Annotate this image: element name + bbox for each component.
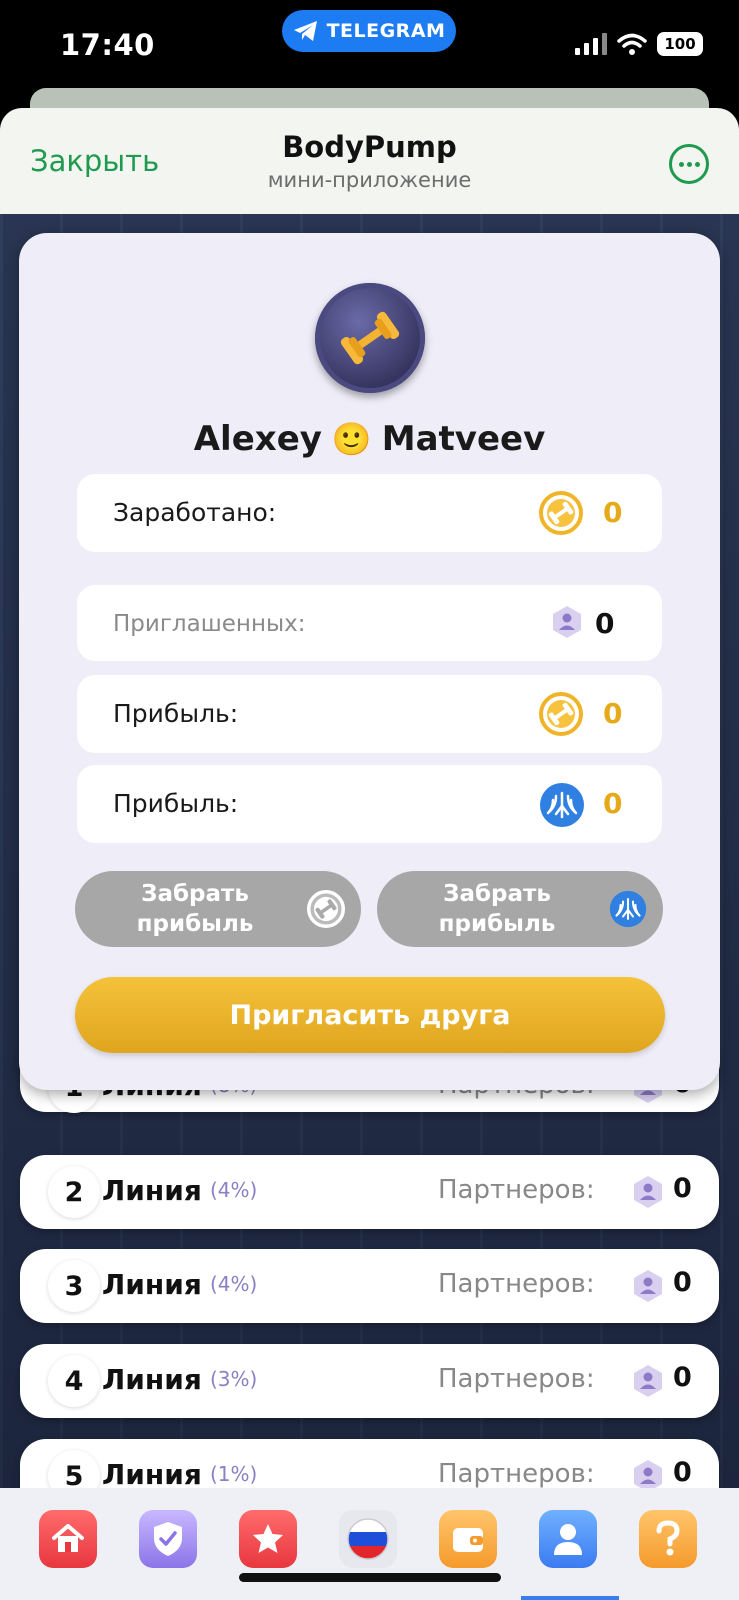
profit-coin-row: Прибыль: 0	[77, 675, 662, 753]
wifi-icon	[617, 33, 647, 55]
nav-home[interactable]	[39, 1510, 97, 1568]
line-card-3[interactable]: 3 Линия (4%) Партнеров: 0	[20, 1249, 719, 1323]
profit-coin-label: Прибыль:	[113, 699, 239, 728]
line-name: Линия	[102, 1458, 202, 1491]
profile-icon	[554, 1524, 582, 1555]
telegram-icon	[293, 21, 317, 41]
ton-icon	[609, 890, 647, 936]
nav-language[interactable]	[339, 1510, 397, 1568]
user-last-name: Matveev	[381, 419, 546, 459]
line-name: Линия	[102, 1174, 202, 1207]
partners-label: Партнеров:	[438, 1269, 595, 1299]
profile-card: Alexey 🙂 Matveev Заработано: 0 Приглашен…	[19, 233, 720, 1090]
bottom-nav	[0, 1488, 739, 1600]
avatar	[315, 283, 425, 393]
profit-ton-value: 0	[603, 787, 623, 820]
app-title: BodyPump	[282, 130, 457, 164]
user-emoji: 🙂	[331, 420, 372, 458]
line-number: 2	[48, 1166, 100, 1218]
partners-label: Партнеров:	[438, 1459, 595, 1489]
earned-row: Заработано: 0	[77, 474, 662, 552]
line-percent: (4%)	[210, 1272, 258, 1296]
status-bar: 17:40 TELEGRAM 100	[0, 0, 739, 100]
nav-profile[interactable]	[539, 1510, 597, 1568]
profit-ton-row: Прибыль: 0	[77, 765, 662, 843]
nav-favorites[interactable]	[239, 1510, 297, 1568]
line-percent: (4%)	[210, 1178, 258, 1202]
profit-coin-value: 0	[603, 697, 623, 730]
nav-active-indicator	[521, 1596, 619, 1600]
user-first-name: Alexey	[193, 419, 322, 459]
invited-label: Приглашенных:	[113, 611, 306, 637]
nav-wallet[interactable]	[439, 1510, 497, 1568]
status-time: 17:40	[60, 28, 155, 62]
battery-icon: 100	[657, 32, 703, 56]
more-dot-icon	[678, 161, 684, 167]
line-name: Линия	[102, 1363, 202, 1396]
partners-label: Партнеров:	[438, 1364, 595, 1394]
claim-coin-button[interactable]: Забрать прибыль	[75, 871, 361, 947]
partners-icon	[632, 1175, 664, 1213]
line-number: 4	[48, 1355, 100, 1407]
wallet-icon	[453, 1528, 483, 1552]
partners-count: 0	[673, 1173, 692, 1204]
user-name: Alexey 🙂 Matveev	[19, 419, 720, 459]
nav-security[interactable]	[139, 1510, 197, 1568]
help-icon	[656, 1520, 680, 1556]
partners-count: 0	[673, 1457, 692, 1488]
telegram-pill[interactable]: TELEGRAM	[282, 10, 456, 52]
telegram-label: TELEGRAM	[326, 20, 446, 42]
claim-coin-label: Забрать прибыль	[136, 881, 254, 937]
line-name: Линия	[102, 1268, 202, 1301]
earned-label: Заработано:	[113, 498, 277, 527]
line-number: 3	[48, 1260, 100, 1312]
more-dot-icon	[686, 161, 692, 167]
coin-icon	[539, 491, 583, 539]
invited-value: 0	[595, 607, 615, 640]
invited-row: Приглашенных: 0	[77, 585, 662, 661]
claim-ton-label: Забрать прибыль	[438, 881, 556, 937]
nav-help[interactable]	[639, 1510, 697, 1568]
partners-label: Партнеров:	[438, 1175, 595, 1205]
mini-app-header: Закрыть BodyPump мини-приложение	[0, 108, 739, 214]
more-dot-icon	[694, 161, 700, 167]
line-percent: (3%)	[210, 1367, 258, 1391]
profit-ton-label: Прибыль:	[113, 789, 239, 818]
coin-icon	[539, 692, 583, 740]
earned-value: 0	[603, 496, 623, 529]
ton-icon	[539, 782, 585, 832]
star-icon	[253, 1524, 283, 1553]
app-subtitle: мини-приложение	[267, 168, 472, 192]
partners-icon	[632, 1269, 664, 1307]
partners-count: 0	[673, 1362, 692, 1393]
partners-icon	[632, 1364, 664, 1402]
status-icons: 100	[575, 32, 703, 56]
claim-ton-button[interactable]: Забрать прибыль	[377, 871, 663, 947]
invite-friend-button[interactable]: Пригласить друга	[75, 977, 665, 1053]
line-card-4[interactable]: 4 Линия (3%) Партнеров: 0	[20, 1344, 719, 1418]
line-card-2[interactable]: 2 Линия (4%) Партнеров: 0	[20, 1155, 719, 1229]
home-indicator[interactable]	[239, 1573, 501, 1582]
flag-icon	[347, 1518, 389, 1560]
signal-icon	[575, 33, 607, 55]
line-percent: (1%)	[210, 1462, 258, 1486]
shield-icon	[154, 1522, 182, 1556]
partners-count: 0	[673, 1267, 692, 1298]
dumbbell-icon	[340, 311, 400, 365]
more-options-button[interactable]	[669, 144, 709, 184]
invited-icon	[551, 605, 583, 643]
coin-icon	[307, 890, 345, 936]
home-icon	[52, 1524, 84, 1552]
